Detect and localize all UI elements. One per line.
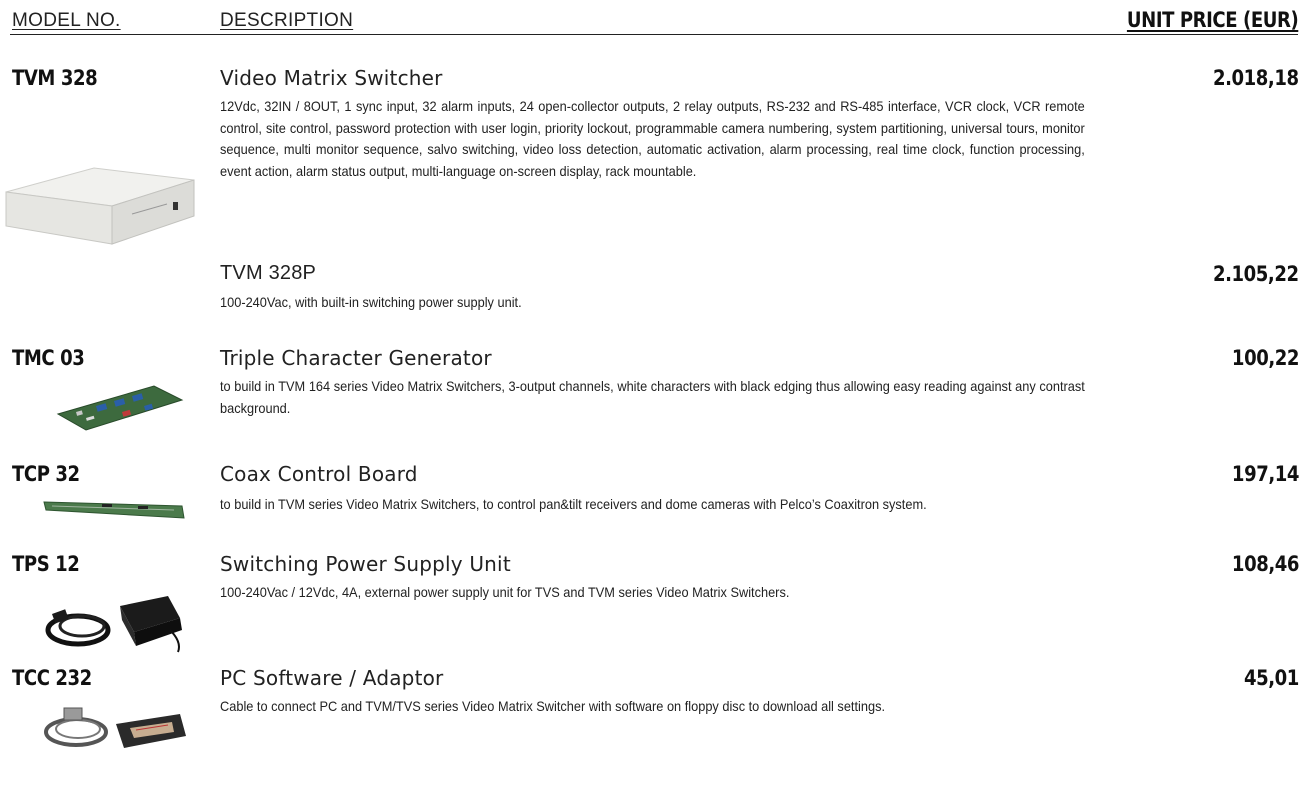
product-title: PC Software / Adaptor — [220, 666, 444, 690]
model-number: TCC 232 — [12, 666, 92, 690]
product-title: Switching Power Supply Unit — [220, 552, 511, 576]
product-description: 12Vdc, 32IN / 8OUT, 1 sync input, 32 ala… — [220, 99, 1085, 179]
model-number: TVM 328 — [12, 66, 98, 90]
model-number: TPS 12 — [12, 552, 80, 576]
product-row: TMC 03 Triple Character Generator to bui… — [0, 346, 1311, 436]
product-title: Coax Control Board — [220, 462, 418, 486]
product-row: TVM 328P 100-240Vac, with built-in switc… — [0, 262, 1311, 322]
unit-price: 197,14 — [1231, 462, 1300, 486]
product-row: TCP 32 Coax Control Board to build in TV… — [0, 462, 1311, 522]
product-title: Video Matrix Switcher — [220, 66, 443, 90]
circuit-board-icon — [56, 385, 184, 431]
unit-price: 2.018,18 — [1213, 66, 1299, 90]
price-column-header: UNIT PRICE (EUR) — [1126, 8, 1299, 32]
product-description: to build in TVM series Video Matrix Swit… — [220, 497, 927, 512]
product-description: to build in TVM 164 series Video Matrix … — [220, 379, 1085, 416]
rack-unit-icon — [5, 167, 195, 245]
product-row: TCC 232 PC Software / Adaptor Cable to c… — [0, 666, 1311, 776]
unit-price: 2.105,22 — [1213, 262, 1299, 286]
description-column-header: DESCRIPTION — [220, 10, 354, 31]
product-description: 100-240Vac, with built-in switching powe… — [220, 295, 522, 310]
product-title: Triple Character Generator — [220, 346, 492, 370]
long-board-icon — [43, 501, 185, 519]
cable-floppy-icon — [44, 707, 186, 748]
product-description: 100-240Vac / 12Vdc, 4A, external power s… — [220, 585, 790, 600]
unit-price: 45,01 — [1244, 666, 1299, 690]
unit-price: 100,22 — [1231, 346, 1300, 370]
unit-price: 108,46 — [1231, 552, 1300, 576]
product-description: Cable to connect PC and TVM/TVS series V… — [220, 699, 886, 714]
product-row: TVM 328 Video Matrix Switcher 12Vdc, 32I… — [0, 66, 1311, 245]
model-number: TCP 32 — [12, 462, 80, 486]
power-adapter-icon — [45, 596, 182, 653]
product-title: TVM 328P — [220, 262, 317, 284]
table-header: MODEL NO. DESCRIPTION UNIT PRICE (EUR) — [10, 8, 1298, 35]
model-number: TMC 03 — [12, 346, 85, 370]
model-column-header: MODEL NO. — [12, 10, 121, 31]
product-row: TPS 12 Switching Power Supply Unit 100-2… — [0, 552, 1311, 662]
